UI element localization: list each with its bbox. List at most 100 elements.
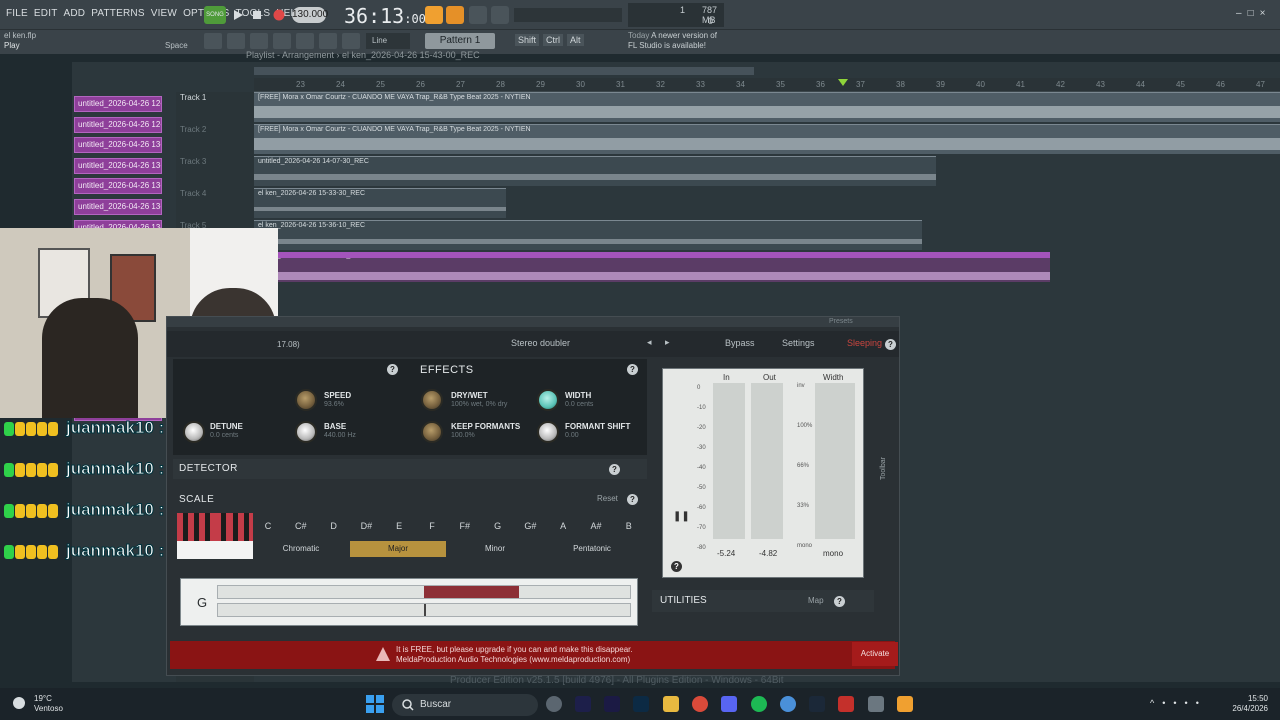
note-button[interactable]: C: [253, 516, 283, 536]
wifi-icon[interactable]: •: [1173, 698, 1184, 708]
video-app-icon[interactable]: [838, 696, 854, 712]
note-button[interactable]: G#: [515, 516, 545, 536]
piano-roll-icon[interactable]: [227, 33, 245, 49]
menu-item[interactable]: VIEW: [151, 8, 177, 19]
scale-type-button[interactable]: Pentatonic: [544, 541, 640, 557]
mixer-icon[interactable]: [273, 33, 291, 49]
ctrl-key[interactable]: Ctrl: [543, 34, 564, 46]
help-icon[interactable]: ?: [627, 494, 638, 505]
loop-record-button[interactable]: [469, 6, 487, 24]
pattern-select[interactable]: Pattern 1: [425, 33, 495, 49]
audio-clip[interactable]: untitled_2026-04-26 14-07-30_REC: [254, 156, 936, 186]
plugin-picker-icon[interactable]: [319, 33, 337, 49]
timeline-ruler[interactable]: 23 24 25 26 27 28 29 30 31 32 33 34 35 36 37 38 39 40 41 42…: [254, 78, 1280, 92]
play-button[interactable]: [230, 6, 246, 24]
detector-bar[interactable]: [173, 459, 647, 479]
track-name[interactable]: Track 1: [180, 93, 206, 102]
discord-icon[interactable]: [721, 696, 737, 712]
playlist-view-icon[interactable]: [204, 33, 222, 49]
clock-tray[interactable]: 15:50 26/4/2026: [1220, 694, 1268, 714]
help-icon[interactable]: ?: [627, 364, 638, 375]
menu-item[interactable]: FILE: [6, 8, 28, 19]
system-tray[interactable]: ^••••: [1150, 698, 1207, 708]
reset-button[interactable]: Reset: [597, 494, 618, 503]
formant-shift-knob[interactable]: [537, 421, 559, 443]
speed-knob[interactable]: [295, 389, 317, 411]
note-button[interactable]: G: [483, 516, 513, 536]
drywet-knob[interactable]: [421, 389, 443, 411]
map-button[interactable]: Map: [808, 596, 824, 605]
news-panel[interactable]: Today A newer version of FL Studio is av…: [628, 31, 717, 51]
help-icon[interactable]: ?: [885, 339, 896, 350]
track-name[interactable]: Track 2: [180, 125, 206, 134]
alt-key[interactable]: Alt: [567, 34, 584, 46]
note-button[interactable]: C#: [286, 516, 316, 536]
pattern-item[interactable]: untitled_2026-04-26 13-...: [74, 157, 162, 174]
width-knob[interactable]: [537, 389, 559, 411]
metronome-button[interactable]: [425, 6, 443, 24]
browser-icon[interactable]: [296, 33, 314, 49]
steam-icon[interactable]: [809, 696, 825, 712]
window-controls[interactable]: –□×: [1236, 8, 1271, 19]
audio-clip[interactable]: el ken_2026-04-26 15-33-30_REC: [254, 188, 506, 218]
step-edit-button[interactable]: [491, 6, 509, 24]
minimize-icon[interactable]: –: [1236, 8, 1248, 19]
detune-knob[interactable]: [183, 421, 205, 443]
windows-start-icon[interactable]: [366, 695, 384, 713]
keep-formants-knob[interactable]: [421, 421, 443, 443]
note-button[interactable]: E: [384, 516, 414, 536]
toolbar-toggle[interactable]: Toolbar: [880, 457, 887, 480]
note-button[interactable]: D: [319, 516, 349, 536]
pause-icon[interactable]: ❚❚: [673, 511, 690, 522]
note-button[interactable]: F#: [450, 516, 480, 536]
premiere-icon[interactable]: [604, 696, 620, 712]
record-button[interactable]: [270, 6, 288, 24]
utilities-bar[interactable]: UTILITIES Map ?: [652, 590, 874, 612]
snap-select[interactable]: Line: [366, 33, 410, 49]
prev-arrow-icon[interactable]: ◂: [647, 337, 652, 348]
help-icon[interactable]: ?: [834, 596, 845, 607]
pattern-item[interactable]: untitled_2026-04-26 13-...: [74, 178, 162, 195]
menu-item[interactable]: EDIT: [34, 8, 58, 19]
note-button[interactable]: F: [417, 516, 447, 536]
shift-key[interactable]: Shift: [515, 34, 540, 46]
pattern-item[interactable]: untitled_2026-04-26 12-...: [74, 116, 162, 133]
bypass-button[interactable]: Bypass: [725, 338, 755, 348]
spotify-icon[interactable]: [751, 696, 767, 712]
playlist-scrollbar[interactable]: [254, 67, 754, 75]
pattern-item[interactable]: untitled_2026-04-26 12-...: [74, 96, 162, 112]
wait-record-button[interactable]: [446, 6, 464, 24]
song-mode-toggle[interactable]: SONG: [204, 6, 226, 24]
file-explorer-icon[interactable]: [663, 696, 679, 712]
next-arrow-icon[interactable]: ▸: [665, 337, 670, 348]
pattern-item[interactable]: untitled_2026-04-26 13-...: [74, 199, 162, 215]
tempo-display[interactable]: 130.000: [292, 7, 328, 23]
photoshop-icon[interactable]: [633, 696, 649, 712]
pattern-item[interactable]: untitled_2026-04-26 13-...: [74, 137, 162, 154]
chrome-icon[interactable]: [692, 696, 708, 712]
master-volume-slider[interactable]: [514, 8, 622, 22]
note-button[interactable]: A#: [581, 516, 611, 536]
scale-type-button[interactable]: Minor: [447, 541, 543, 557]
note-button[interactable]: D#: [351, 516, 381, 536]
presets-label[interactable]: Presets: [829, 318, 853, 325]
track-name[interactable]: Track 3: [180, 157, 206, 166]
note-button[interactable]: A: [548, 516, 578, 536]
stop-button[interactable]: [249, 6, 265, 24]
volume-icon[interactable]: •: [1185, 698, 1196, 708]
audio-clip-selected[interactable]: el ken_2026-04-26 15-43-00_REC: [254, 252, 1050, 282]
activate-button[interactable]: Activate: [852, 642, 898, 666]
help-icon[interactable]: ?: [671, 561, 682, 572]
preset-name[interactable]: Stereo doubler: [511, 338, 570, 348]
after-effects-icon[interactable]: [575, 696, 591, 712]
audio-clip[interactable]: [FREE] Mora x Omar Courtz - CUANDO ME VA…: [254, 92, 1280, 122]
battery-icon[interactable]: •: [1196, 698, 1207, 708]
scale-type-button[interactable]: Major: [350, 541, 446, 557]
audio-clip[interactable]: [FREE] Mora x Omar Courtz - CUANDO ME VA…: [254, 124, 1280, 154]
menu-item[interactable]: ADD: [64, 8, 86, 19]
close-icon[interactable]: ×: [1260, 8, 1272, 19]
menu-item[interactable]: PATTERNS: [91, 8, 144, 19]
fl-studio-icon[interactable]: [897, 696, 913, 712]
channel-rack-icon[interactable]: [250, 33, 268, 49]
settings-app-icon[interactable]: [868, 696, 884, 712]
